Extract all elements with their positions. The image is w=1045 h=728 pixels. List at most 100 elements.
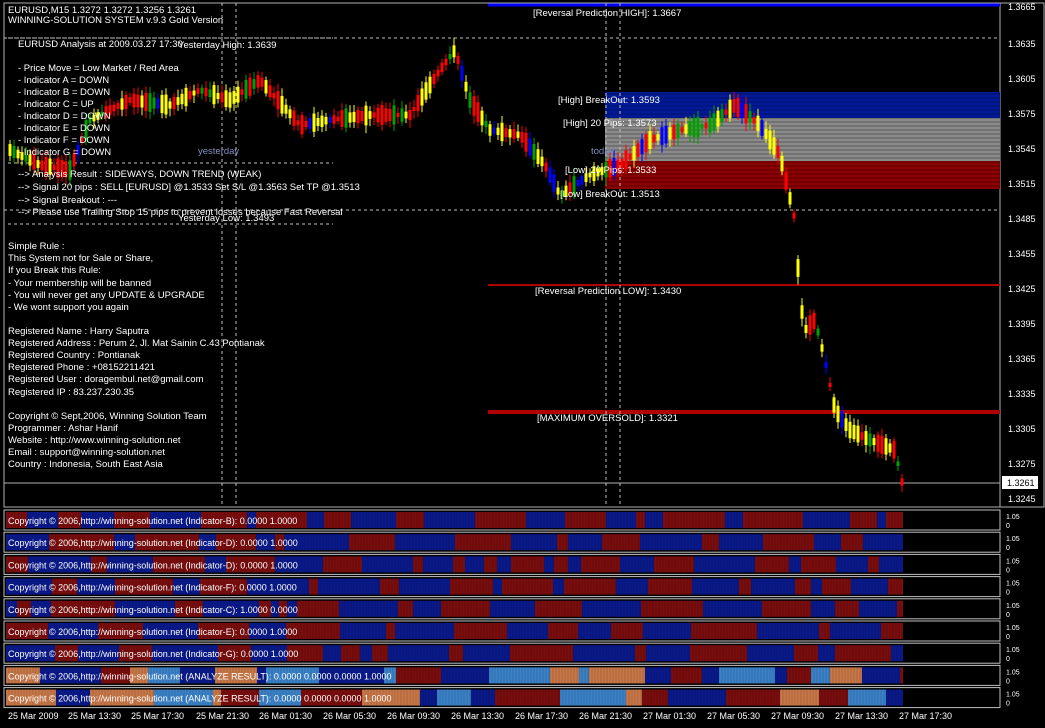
candle-body — [356, 109, 360, 124]
indicator-bar-segment — [646, 645, 690, 662]
candle-body — [760, 120, 764, 136]
candle-body — [648, 131, 652, 149]
indicator-scale-bottom: 0 — [1006, 567, 1010, 574]
candle-body — [716, 110, 720, 127]
candle-body — [872, 438, 876, 446]
indicator-bar-segment — [868, 556, 879, 573]
indicator-bar-segment — [886, 512, 903, 528]
candle-body — [776, 146, 780, 158]
indicator-scale-top: 1.05 — [1006, 625, 1020, 632]
candle-body — [848, 421, 852, 439]
indicator-panel[interactable]: Copyright © 2006,http://winning-solution… — [3, 664, 1020, 686]
price-tick-label: 1.3305 — [1008, 424, 1036, 434]
high-20pips-label: [High] 20 Pips: 1.3573 — [563, 118, 656, 129]
candle-body — [344, 108, 348, 128]
time-tick-label: 26 Mar 05:30 — [323, 711, 376, 721]
candle-body — [196, 88, 200, 94]
trading-chart[interactable]: EURUSD,M15 1.3272 1.3272 1.3256 1.3261 W… — [0, 0, 1045, 728]
indicator-bar-segment — [692, 578, 739, 595]
indicator-panel[interactable]: Copyright © 2006,http://winning-solution… — [3, 531, 1020, 553]
candle-body — [788, 192, 792, 205]
candle-body — [416, 94, 420, 112]
indicator-bar-segment — [751, 578, 795, 595]
max-oversold-label: [MAXIMUM OVERSOLD]: 1.3321 — [537, 413, 678, 424]
copyright-line: Programmer : Ashar Hanif — [8, 423, 118, 434]
indicator-panel[interactable]: Copyright © 2006,http://winning-solution… — [3, 509, 1020, 531]
indicator-panels[interactable]: Copyright © 2006,http://winning-solution… — [3, 509, 1020, 709]
candle-body — [332, 115, 336, 124]
candle-body — [800, 305, 804, 319]
candle-body — [292, 110, 296, 126]
indicator-bar-segment — [648, 578, 692, 595]
yesterday-high-label: Yesterday High: 1.3639 — [178, 40, 276, 51]
indicator-bar-segment — [413, 556, 423, 573]
candle-body — [440, 62, 444, 73]
analysis-line: - Indicator G = DOWN — [18, 147, 111, 158]
price-tick-label: 1.3485 — [1008, 214, 1036, 224]
candle-body — [540, 156, 544, 167]
candle-body — [840, 410, 844, 428]
candle-body — [532, 143, 536, 160]
candle-body — [700, 124, 704, 129]
candle-body — [260, 77, 264, 87]
indicator-panel[interactable]: Copyright © 2006,http://winning-solution… — [3, 553, 1020, 575]
analysis-title: EURUSD Analysis at 2009.03.27 17:30 — [18, 39, 183, 50]
candle-body — [628, 153, 632, 160]
candle-body — [820, 344, 824, 352]
indicator-bar-segment — [396, 667, 441, 684]
analysis-line: - Indicator C = UP — [18, 99, 94, 110]
indicator-bar-segment — [763, 534, 814, 551]
copyright-line: Email : support@winning-solution.net — [8, 447, 165, 458]
indicator-scale-top: 1.05 — [1006, 603, 1020, 610]
indicator-bar-segment — [851, 578, 888, 595]
indicator-panel[interactable]: Copyright © 2006,http://winning-solution… — [3, 687, 1020, 709]
indicator-bar-segment — [511, 556, 544, 573]
yesterday-label: yesterday — [198, 146, 239, 157]
candle-body — [172, 96, 176, 110]
indicator-panel-label: Copyright © 2006,http://winning-solution… — [8, 649, 298, 659]
indicator-scale-bottom: 0 — [1006, 612, 1010, 619]
candle-body — [204, 87, 208, 97]
indicator-panel[interactable]: Copyright © 2006,http://winning-solution… — [3, 598, 1020, 620]
candle-body — [728, 99, 732, 119]
candle-body — [296, 120, 300, 126]
candle-body — [264, 80, 268, 94]
candle-body — [208, 89, 212, 98]
indicator-panel[interactable]: Copyright © 2006,http://winning-solution… — [3, 642, 1020, 664]
candle-body — [684, 124, 688, 134]
candle-body — [552, 174, 556, 192]
candle-body — [888, 443, 892, 453]
indicator-panel[interactable]: Copyright © 2006,http://winning-solution… — [3, 576, 1020, 598]
indicator-bar-segment — [441, 600, 490, 617]
analysis-line: - Indicator B = DOWN — [18, 87, 110, 98]
candle-body — [744, 104, 748, 124]
indicator-scale-top: 1.05 — [1006, 647, 1020, 654]
candle-body — [764, 128, 768, 140]
indicator-bar-segment — [818, 645, 835, 662]
candle-body — [740, 103, 744, 119]
indicator-bar-segment — [830, 623, 881, 639]
candle-body — [336, 116, 340, 122]
candle-body — [768, 130, 772, 150]
indicator-panel[interactable]: Copyright © 2006,http://winning-solution… — [3, 620, 1020, 642]
indicator-bar-segment — [755, 556, 789, 573]
candle-body — [536, 149, 540, 165]
candle-body — [412, 106, 416, 112]
candle-body — [384, 108, 388, 122]
yesterday-low-label: Yesterday Low: 1.3493 — [178, 213, 274, 224]
candle-body — [752, 117, 756, 124]
indicator-bar-segment — [835, 645, 891, 662]
candle-body — [364, 105, 368, 126]
registration-line: Registered Address : Perum 2, Jl. Mat Sa… — [8, 338, 265, 349]
candle-body — [484, 120, 488, 128]
candle-body — [804, 325, 808, 333]
indicator-bar-segment — [372, 645, 388, 662]
candle-body — [832, 397, 836, 413]
candle-body — [268, 85, 272, 98]
indicator-scale-bottom: 0 — [1006, 634, 1010, 641]
price-axis: 1.3665 1.3635 1.3605 1.3575 1.3545 1.351… — [1008, 2, 1036, 504]
high-breakout-label: [High] BreakOut: 1.3593 — [558, 95, 660, 106]
indicator-scale-bottom: 0 — [1006, 701, 1010, 708]
indicator-panel-label: Copyright © 2006,http://winning-solution… — [8, 627, 297, 637]
high-20pips-zone — [605, 118, 1000, 161]
